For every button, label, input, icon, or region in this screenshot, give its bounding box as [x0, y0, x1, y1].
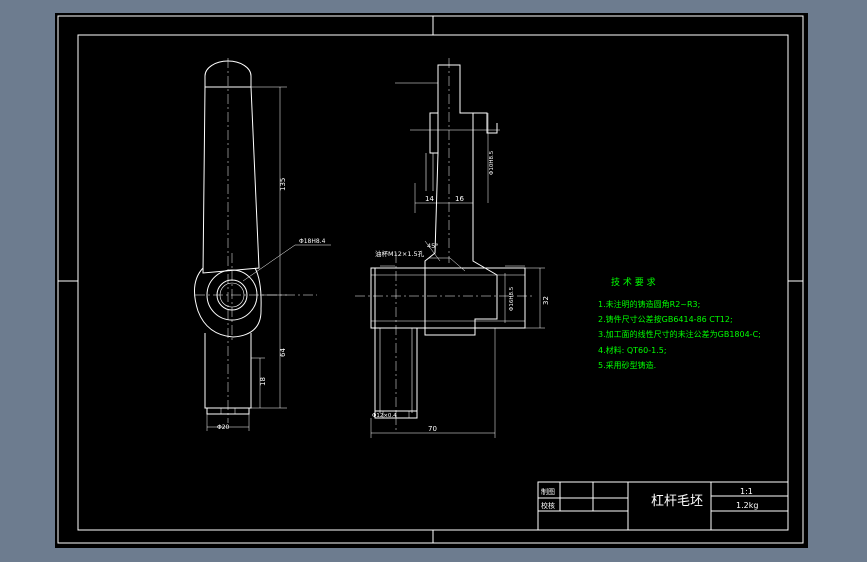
- technical-notes: 技 术 要 求 1.未注明的铸造圆角R2~R3; 2.铸件尺寸公差按GB6414…: [598, 276, 761, 370]
- dim-height-32: 32: [542, 296, 550, 305]
- drawing-canvas: 135 64 18 Φ18H8.4 Φ20 14 16 Φ10H8.5 油杯M1…: [57, 15, 804, 544]
- dim-bottom-dia: Φ20: [217, 424, 230, 431]
- dim-14: 14: [425, 195, 434, 203]
- title-label-checked: 校核: [541, 501, 555, 510]
- dim-vertical-right: Φ10H8.5: [489, 150, 495, 175]
- dim-bore-right: Φ16H8.5: [509, 286, 515, 311]
- lever-section-view: [355, 58, 535, 433]
- note-item: 2.铸件尺寸公差按GB6414-86 CT12;: [598, 314, 733, 324]
- dim-bore-note: Φ18H8.4: [299, 238, 326, 245]
- note-item: 4.材料: QT60-1.5;: [598, 345, 667, 355]
- dim-16: 16: [455, 195, 464, 203]
- cad-viewport[interactable]: 135 64 18 Φ18H8.4 Φ20 14 16 Φ10H8.5 油杯M1…: [55, 13, 808, 548]
- note-item: 3.加工面的线性尺寸的未注公差为GB1804-C;: [598, 329, 761, 339]
- lever-section-dimensions: [370, 82, 545, 438]
- note-item: 5.采用砂型铸造.: [598, 360, 656, 370]
- title-label-drawn: 制图: [541, 487, 555, 496]
- part-name: 杠杆毛坯: [651, 493, 703, 509]
- paper-border: [57, 15, 804, 544]
- dim-bottom-right: Φ12×0.4: [372, 413, 397, 419]
- dim-width-70: 70: [428, 425, 437, 433]
- thread-note: 油杯M12×1.5孔: [375, 249, 425, 258]
- note-item: 1.未注明的铸造圆角R2~R3;: [598, 299, 700, 309]
- dim-length-main: 135: [279, 178, 287, 191]
- notes-title: 技 术 要 求: [611, 276, 656, 288]
- drawing-frame: [77, 34, 789, 531]
- dim-length-lower: 64: [279, 348, 287, 357]
- dim-length-small: 18: [259, 377, 267, 386]
- weight-value: 1.2kg: [736, 501, 758, 510]
- lever-front-dimensions: [206, 86, 331, 431]
- dim-angle: 45°: [427, 242, 439, 250]
- scale-value: 1:1: [740, 487, 753, 496]
